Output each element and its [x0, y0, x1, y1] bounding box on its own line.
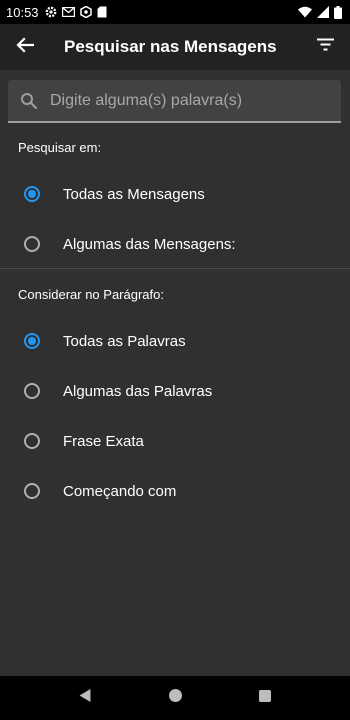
filter-icon	[316, 38, 334, 56]
radio-option-all-words[interactable]: Todas as Palavras	[0, 316, 350, 366]
signal-icon	[317, 6, 329, 18]
filter-button[interactable]	[300, 24, 350, 70]
radio-label: Algumas das Mensagens:	[63, 235, 236, 253]
gear-icon	[45, 6, 57, 18]
search-input[interactable]	[50, 80, 341, 121]
battery-icon	[334, 5, 342, 19]
back-triangle-icon	[78, 688, 92, 708]
recents-square-icon	[258, 689, 272, 708]
radio-button-checked[interactable]	[24, 333, 40, 349]
radio-option-exact-phrase[interactable]: Frase Exata	[0, 416, 350, 466]
radio-button[interactable]	[24, 483, 40, 499]
radio-button[interactable]	[24, 383, 40, 399]
radio-option-some-words[interactable]: Algumas das Palavras	[0, 366, 350, 416]
back-button[interactable]	[0, 24, 50, 70]
radio-option-some-messages[interactable]: Algumas das Mensagens:	[0, 219, 350, 269]
radio-label: Começando com	[63, 482, 177, 500]
radio-label: Frase Exata	[63, 432, 144, 450]
radio-button[interactable]	[24, 433, 40, 449]
radio-label: Todas as Palavras	[63, 332, 186, 350]
search-field[interactable]	[8, 80, 341, 123]
search-in-label: Pesquisar em:	[18, 140, 102, 155]
search-icon	[8, 92, 50, 110]
nav-home-button[interactable]	[150, 676, 200, 720]
radio-label: Algumas das Palavras	[63, 382, 213, 400]
system-nav-bar	[0, 676, 350, 720]
page-title: Pesquisar nas Mensagens	[64, 37, 277, 56]
app-toolbar: Pesquisar nas Mensagens	[0, 24, 350, 70]
gmail-icon	[61, 7, 75, 17]
status-notification-icons	[45, 6, 107, 18]
radio-option-starting-with[interactable]: Começando com	[0, 466, 350, 516]
radio-label: Todas as Mensagens	[63, 185, 205, 203]
status-bar: 10:53	[0, 0, 350, 24]
radio-button[interactable]	[24, 236, 40, 252]
paragraph-label: Considerar no Parágrafo:	[18, 287, 164, 302]
status-system-icons	[298, 5, 342, 19]
section-divider	[0, 268, 350, 269]
radio-button-checked[interactable]	[24, 186, 40, 202]
status-time: 10:53	[6, 4, 39, 20]
arrow-back-icon	[16, 36, 35, 58]
sd-card-icon	[97, 6, 107, 18]
nav-recents-button[interactable]	[240, 676, 290, 720]
wifi-icon	[298, 6, 312, 18]
nav-back-button[interactable]	[60, 676, 110, 720]
radio-option-all-messages[interactable]: Todas as Mensagens	[0, 169, 350, 219]
settings-gear-icon	[79, 6, 92, 18]
home-circle-icon	[168, 688, 183, 708]
